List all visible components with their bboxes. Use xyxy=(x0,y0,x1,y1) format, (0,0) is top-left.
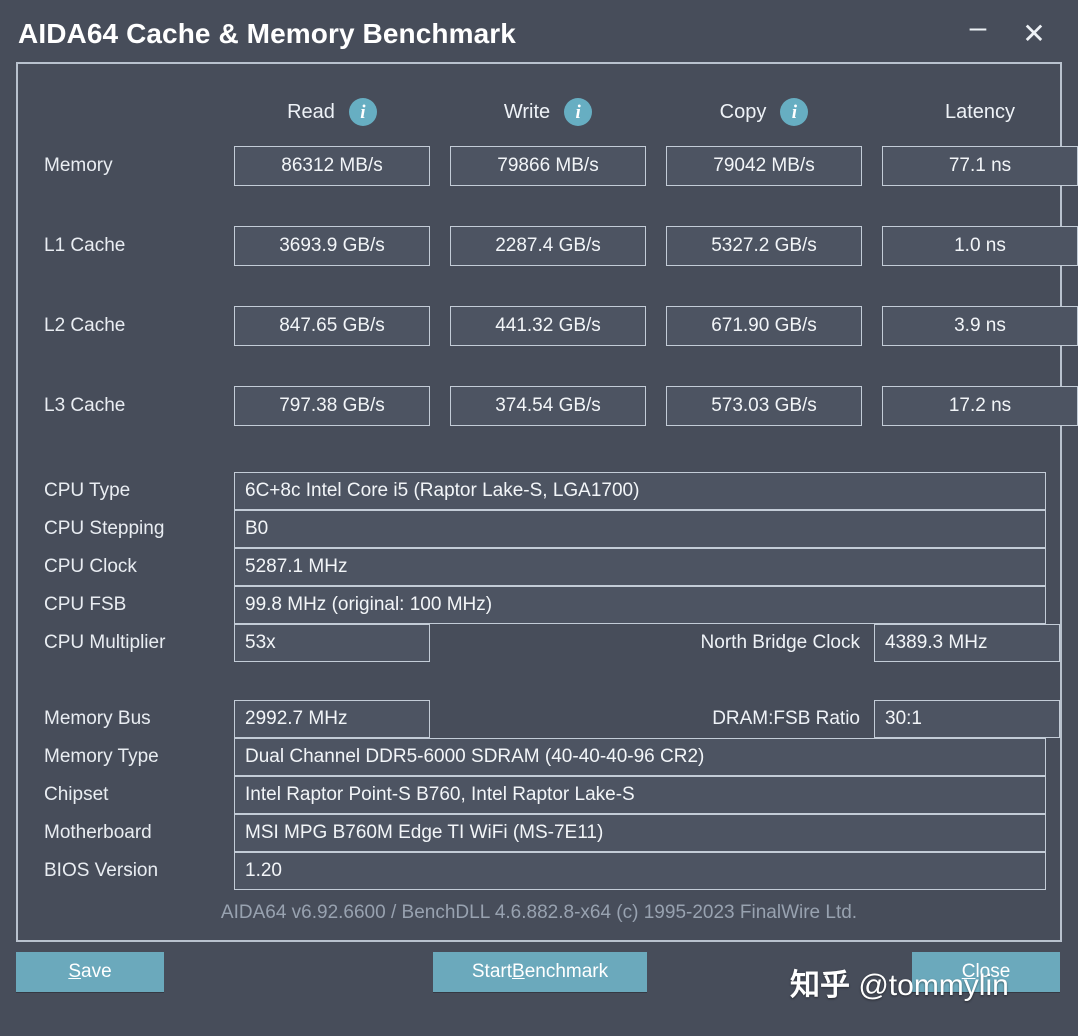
column-header-copy-label: Copy xyxy=(719,100,767,123)
column-header-write-label: Write xyxy=(503,100,551,123)
cpu-type-label: CPU Type xyxy=(44,480,131,501)
l3-copy-value: 573.03 GB/s xyxy=(666,386,862,426)
memory-read-value: 86312 MB/s xyxy=(234,146,430,186)
motherboard-row: Motherboard MSI MPG B760M Edge TI WiFi (… xyxy=(18,814,1060,852)
version-footer-text: AIDA64 v6.92.6600 / BenchDLL 4.6.882.8-x… xyxy=(220,902,858,923)
cpu-type-value: 6C+8c Intel Core i5 (Raptor Lake-S, LGA1… xyxy=(234,472,1046,510)
dram-fsb-ratio-value: 30:1 xyxy=(874,700,1060,738)
cpu-stepping-row: CPU Stepping B0 xyxy=(18,510,1060,548)
cpu-info-section: CPU Type 6C+8c Intel Core i5 (Raptor Lak… xyxy=(18,472,1060,662)
memory-bus-label: Memory Bus xyxy=(44,708,151,729)
l1-read-value: 3693.9 GB/s xyxy=(234,226,430,266)
bios-version-label: BIOS Version xyxy=(44,860,159,881)
memory-info-section: Memory Bus 2992.7 MHz DRAM:FSB Ratio 30:… xyxy=(18,700,1060,890)
column-header-copy: Copy i xyxy=(666,98,862,126)
close-button-accel: C xyxy=(961,961,976,982)
memory-copy-value: 79042 MB/s xyxy=(666,146,862,186)
chipset-label: Chipset xyxy=(44,784,109,805)
bios-version-row: BIOS Version 1.20 xyxy=(18,852,1060,890)
table-header-row: Read i Write i Copy i Latency xyxy=(18,90,1060,134)
l3-latency-value: 17.2 ns xyxy=(882,386,1078,426)
cpu-stepping-label: CPU Stepping xyxy=(44,518,165,539)
cpu-fsb-row: CPU FSB 99.8 MHz (original: 100 MHz) xyxy=(18,586,1060,624)
cpu-clock-value: 5287.1 MHz xyxy=(234,548,1046,586)
start-button-prefix: Start xyxy=(471,961,512,982)
l2-latency-value: 3.9 ns xyxy=(882,306,1078,346)
chipset-value: Intel Raptor Point-S B760, Intel Raptor … xyxy=(234,776,1046,814)
row-label-l1-cache: L1 Cache xyxy=(44,235,126,256)
column-header-latency: Latency xyxy=(882,101,1078,124)
info-icon-copy[interactable]: i xyxy=(780,98,809,126)
cpu-fsb-label: CPU FSB xyxy=(44,594,127,615)
north-bridge-clock-label: North Bridge Clock xyxy=(700,632,860,653)
benchmark-results-table: Read i Write i Copy i Latency Memory 863… xyxy=(18,90,1078,466)
content-panel: Read i Write i Copy i Latency Memory 863… xyxy=(16,62,1078,942)
cpu-clock-label: CPU Clock xyxy=(44,556,137,577)
table-row: L3 Cache 797.38 GB/s 374.54 GB/s 573.03 … xyxy=(18,386,1078,426)
save-button[interactable]: Save xyxy=(16,952,164,992)
l3-write-value: 374.54 GB/s xyxy=(450,386,646,426)
l1-write-value: 2287.4 GB/s xyxy=(450,226,646,266)
save-button-rest: ave xyxy=(81,961,112,982)
aida64-benchmark-window: AIDA64 Cache & Memory Benchmark – ✕ Read… xyxy=(0,0,1078,1036)
dram-fsb-ratio-label: DRAM:FSB Ratio xyxy=(712,708,860,729)
table-row: L1 Cache 3693.9 GB/s 2287.4 GB/s 5327.2 … xyxy=(18,226,1078,266)
motherboard-label: Motherboard xyxy=(44,822,152,843)
column-header-write: Write i xyxy=(450,98,646,126)
cpu-clock-row: CPU Clock 5287.1 MHz xyxy=(18,548,1060,586)
l2-copy-value: 671.90 GB/s xyxy=(666,306,862,346)
column-header-latency-label: Latency xyxy=(944,100,1016,123)
content-panel-inner: Read i Write i Copy i Latency Memory 863… xyxy=(18,64,1078,940)
row-label-l3-cache: L3 Cache xyxy=(44,395,126,416)
l2-write-value: 441.32 GB/s xyxy=(450,306,646,346)
memory-type-row: Memory Type Dual Channel DDR5-6000 SDRAM… xyxy=(18,738,1060,776)
row-label-l2-cache: L2 Cache xyxy=(44,315,126,336)
close-window-button[interactable]: ✕ xyxy=(1006,11,1062,57)
motherboard-value: MSI MPG B760M Edge TI WiFi (MS-7E11) xyxy=(234,814,1046,852)
bios-version-value: 1.20 xyxy=(234,852,1046,890)
memory-latency-value: 77.1 ns xyxy=(882,146,1078,186)
info-icon-write[interactable]: i xyxy=(564,98,593,126)
table-row: L2 Cache 847.65 GB/s 441.32 GB/s 671.90 … xyxy=(18,306,1078,346)
memory-bus-value: 2992.7 MHz xyxy=(234,700,430,738)
north-bridge-clock-value: 4389.3 MHz xyxy=(874,624,1060,662)
cpu-multiplier-label: CPU Multiplier xyxy=(44,632,166,653)
save-button-accel: S xyxy=(68,961,82,982)
window-title: AIDA64 Cache & Memory Benchmark xyxy=(18,18,516,49)
start-button-rest: enchmark xyxy=(524,961,609,982)
l1-copy-value: 5327.2 GB/s xyxy=(666,226,862,266)
start-button-accel: B xyxy=(512,961,525,982)
column-header-read: Read i xyxy=(234,98,430,126)
info-icon-read[interactable]: i xyxy=(348,98,377,126)
l3-read-value: 797.38 GB/s xyxy=(234,386,430,426)
row-label-memory: Memory xyxy=(44,155,113,176)
memory-bus-row: Memory Bus 2992.7 MHz DRAM:FSB Ratio 30:… xyxy=(18,700,1060,738)
start-benchmark-button[interactable]: Start Benchmark xyxy=(433,952,647,992)
cpu-type-row: CPU Type 6C+8c Intel Core i5 (Raptor Lak… xyxy=(18,472,1060,510)
cpu-stepping-value: B0 xyxy=(234,510,1046,548)
memory-write-value: 79866 MB/s xyxy=(450,146,646,186)
close-button[interactable]: Close xyxy=(912,952,1060,992)
cpu-multiplier-row: CPU Multiplier 53x North Bridge Clock 43… xyxy=(18,624,1060,662)
table-row: Memory 86312 MB/s 79866 MB/s 79042 MB/s … xyxy=(18,146,1078,186)
l1-latency-value: 1.0 ns xyxy=(882,226,1078,266)
memory-type-label: Memory Type xyxy=(44,746,159,767)
chipset-row: Chipset Intel Raptor Point-S B760, Intel… xyxy=(18,776,1060,814)
button-bar: Save Start Benchmark Close xyxy=(0,942,1078,1036)
cpu-fsb-value: 99.8 MHz (original: 100 MHz) xyxy=(234,586,1046,624)
minimize-button[interactable]: – xyxy=(950,5,1006,63)
l2-read-value: 847.65 GB/s xyxy=(234,306,430,346)
memory-type-value: Dual Channel DDR5-6000 SDRAM (40-40-40-9… xyxy=(234,738,1046,776)
column-header-read-label: Read xyxy=(287,100,335,123)
title-bar: AIDA64 Cache & Memory Benchmark – ✕ xyxy=(0,0,1078,68)
cpu-multiplier-value: 53x xyxy=(234,624,430,662)
close-button-rest: lose xyxy=(975,961,1011,982)
